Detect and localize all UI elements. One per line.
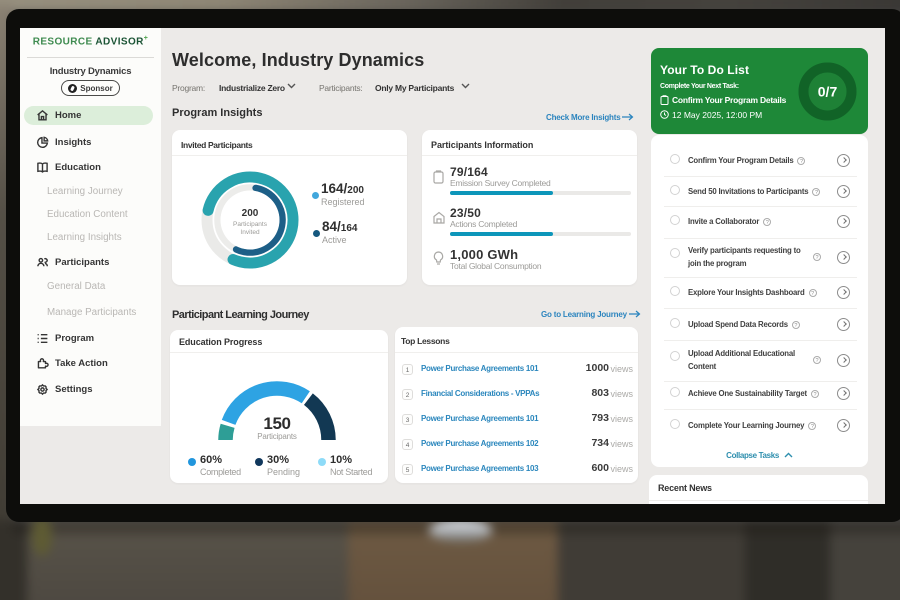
- svg-text:0/7: 0/7: [818, 84, 838, 100]
